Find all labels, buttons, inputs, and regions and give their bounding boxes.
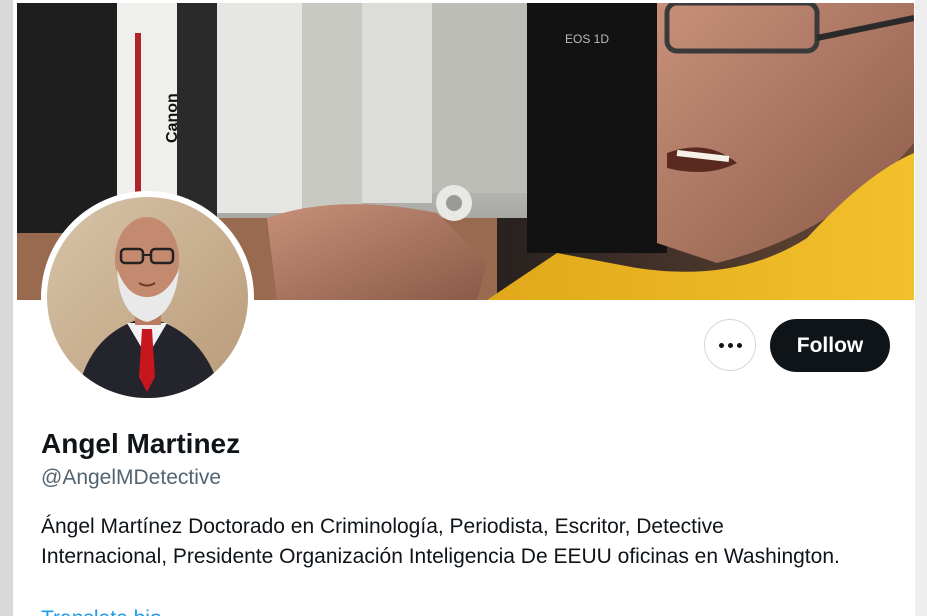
left-gutter bbox=[0, 0, 13, 616]
right-gutter bbox=[915, 0, 927, 616]
display-name: Angel Martinez bbox=[41, 428, 241, 459]
avatar-photo bbox=[47, 197, 248, 398]
profile-bio: Ángel Martínez Doctorado en Criminología… bbox=[41, 515, 840, 568]
follow-button[interactable]: Follow bbox=[770, 319, 890, 372]
profile-page: Canon EOS 1D Follow Angel Martinez @Ange… bbox=[0, 0, 927, 616]
camera-model-text: EOS 1D bbox=[565, 32, 609, 46]
more-horizontal-icon bbox=[718, 342, 742, 348]
more-options-button[interactable] bbox=[704, 319, 756, 371]
profile-handle: @AngelMDetective bbox=[41, 466, 222, 489]
avatar[interactable] bbox=[47, 197, 248, 398]
lens-brand-text: Canon bbox=[164, 93, 181, 143]
translate-bio-link[interactable]: Translate bio bbox=[41, 604, 162, 616]
